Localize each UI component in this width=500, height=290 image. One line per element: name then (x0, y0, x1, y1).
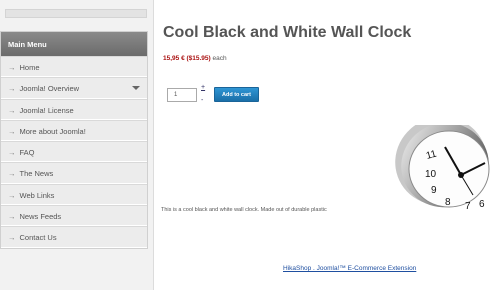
svg-text:8: 8 (445, 197, 451, 208)
svg-text:7: 7 (465, 201, 471, 210)
sidebar-item-label: More about Joomla! (19, 126, 86, 136)
product-description: This is a cool black and white wall cloc… (161, 207, 327, 213)
svg-text:10: 10 (425, 169, 437, 180)
wall-clock-image: 11 10 9 8 7 6 (383, 125, 490, 210)
sidebar-item-joomla-license[interactable]: → Joomla! License (1, 98, 147, 120)
arrow-right-icon: → (8, 233, 16, 243)
column-divider (153, 0, 154, 290)
main-menu: Main Menu → Home → Joomla! Overview → Jooml… (0, 31, 148, 249)
left-column: Main Menu → Home → Joomla! Overview → Jooml… (0, 0, 154, 290)
sidebar-item-label: Contact Us (19, 233, 57, 243)
arrow-right-icon: → (8, 148, 16, 158)
sidebar-item-label: FAQ (19, 148, 35, 158)
arrow-right-icon: → (8, 126, 16, 136)
sidebar-item-home[interactable]: → Home (1, 56, 147, 78)
svg-text:6: 6 (479, 199, 485, 210)
product-title: Cool Black and White Wall Clock (163, 24, 412, 41)
footer-link[interactable]: HikaShop . Joomla!™ E-Commerce Extension (283, 265, 416, 272)
sidebar-item-joomla-overview[interactable]: → Joomla! Overview (1, 77, 147, 99)
sidebar-item-label: News Feeds (19, 212, 62, 222)
sidebar-item-the-news[interactable]: → The News (1, 162, 147, 184)
sidebar-item-web-links[interactable]: → Web Links (1, 183, 147, 206)
arrow-right-icon: → (8, 169, 16, 179)
product-image[interactable]: 11 10 9 8 7 6 (383, 125, 490, 210)
sidebar-item-label: The News (19, 169, 54, 179)
svg-text:9: 9 (431, 185, 437, 196)
chevron-down-icon[interactable] (132, 86, 140, 91)
product-price: 15,95 € ($15.95) (163, 55, 211, 62)
quantity-increase-button[interactable]: + (201, 84, 205, 91)
sidebar-item-label: Joomla! Overview (19, 84, 80, 94)
arrow-right-icon: → (8, 63, 16, 72)
sidebar-item-label: Home (19, 63, 40, 72)
sidebar-item-label: Web Links (19, 190, 55, 200)
sidebar-item-faq[interactable]: → FAQ (1, 141, 147, 163)
arrow-right-icon: → (8, 84, 16, 94)
add-to-cart-button[interactable]: Add to cart (214, 87, 259, 102)
sidebar-item-contact-us[interactable]: → Contact Us (1, 226, 147, 248)
price-line: 15,95 € ($15.95) each (163, 55, 227, 62)
arrow-right-icon: → (8, 105, 16, 115)
quantity-decrease-button[interactable]: - (201, 97, 203, 104)
search-bar[interactable] (5, 9, 147, 18)
main-menu-title: Main Menu (1, 32, 147, 56)
quantity-input[interactable]: 1 (167, 88, 197, 102)
sidebar-item-label: Joomla! License (19, 105, 74, 115)
sidebar-item-news-feeds[interactable]: → News Feeds (1, 205, 147, 227)
sidebar-item-more-about-joomla[interactable]: → More about Joomla! (1, 119, 147, 142)
arrow-right-icon: → (8, 190, 16, 200)
price-unit: each (212, 55, 227, 62)
arrow-right-icon: → (8, 212, 16, 222)
